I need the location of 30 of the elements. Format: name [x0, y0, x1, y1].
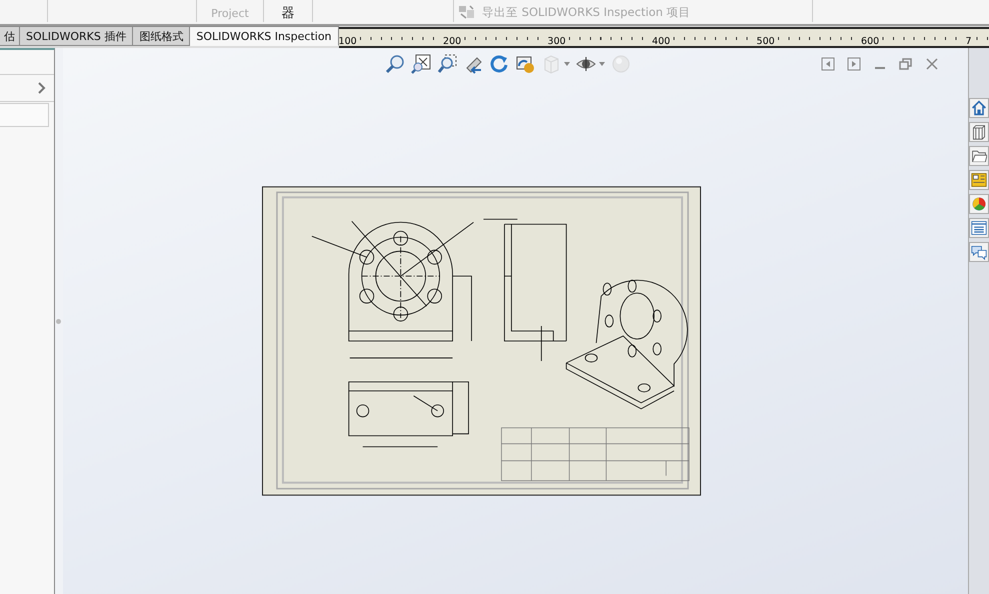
- rotate-icon[interactable]: [489, 54, 509, 74]
- tab[interactable]: SOLIDWORKS Inspection: [190, 26, 339, 46]
- folder-icon[interactable]: [969, 146, 989, 166]
- zoom-area-icon[interactable]: [437, 54, 457, 74]
- caret-icon[interactable]: [599, 62, 605, 66]
- tab[interactable]: SOLIDWORKS 插件: [20, 26, 134, 46]
- list-icon[interactable]: [969, 218, 989, 238]
- tab[interactable]: 估: [0, 26, 20, 46]
- chevron-right-icon[interactable]: [38, 82, 46, 94]
- tile-left-icon[interactable]: [821, 57, 835, 71]
- display-style-icon[interactable]: [515, 54, 535, 74]
- restore-icon[interactable]: [899, 57, 913, 71]
- color-wheel-icon[interactable]: [969, 194, 989, 214]
- zoom-icon[interactable]: [385, 54, 405, 74]
- eye-icon[interactable]: [576, 54, 596, 74]
- panel-handle[interactable]: [55, 48, 63, 594]
- close-icon[interactable]: [925, 57, 939, 71]
- caret-icon[interactable]: [564, 62, 570, 66]
- input-field[interactable]: [0, 103, 49, 127]
- export-icon: [458, 4, 476, 20]
- tab[interactable]: 图纸格式: [133, 26, 190, 46]
- zoom-fit-icon[interactable]: [411, 54, 431, 74]
- books-icon[interactable]: [969, 122, 989, 142]
- home-icon[interactable]: [969, 98, 989, 118]
- ruler: 100 200 300 400 500 600 7: [338, 27, 989, 48]
- ribbon-label: Project: [211, 8, 249, 20]
- chat-icon[interactable]: [969, 242, 989, 262]
- ribbon-label: 器: [282, 8, 294, 20]
- tile-right-icon[interactable]: [847, 57, 861, 71]
- layout-icon[interactable]: [969, 170, 989, 190]
